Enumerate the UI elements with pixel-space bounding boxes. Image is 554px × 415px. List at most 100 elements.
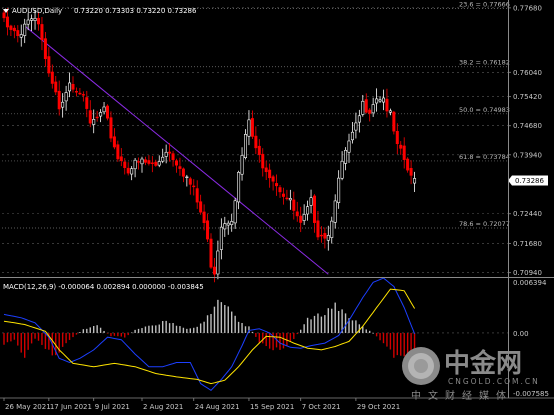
macd-histogram-bar (289, 332, 292, 342)
candle-body (392, 111, 396, 132)
candle-body (354, 122, 358, 131)
candle-body (413, 178, 417, 184)
candle-body (209, 238, 213, 268)
macd-histogram-bar (182, 327, 185, 333)
macd-histogram-bar (110, 332, 112, 337)
macd-histogram-bar (130, 332, 133, 334)
watermark-slogan: 中文财经媒体 (411, 389, 513, 402)
chart-header: AUDUSD,Daily 0.73220 0.73303 0.73220 0.7… (3, 7, 197, 15)
candle-body (140, 158, 144, 165)
candle-body (399, 144, 403, 149)
macd-histogram-bar (24, 332, 26, 358)
candle-body (247, 119, 251, 137)
candle-body (357, 115, 361, 123)
candle-body (188, 178, 192, 185)
macd-histogram-bar (3, 332, 5, 345)
macd-histogram-bar (148, 325, 150, 333)
candle-body (185, 176, 189, 179)
candle-body (68, 82, 72, 92)
ohlc-values: 0.73220 0.73303 0.73220 0.73286 (74, 7, 197, 15)
candle-body (295, 211, 299, 217)
candle-body (99, 112, 103, 117)
candle-body (275, 183, 279, 187)
candle-body (74, 91, 78, 93)
macd-histogram-bar (6, 332, 9, 343)
candle-body (126, 167, 130, 174)
macd-histogram-bar (44, 332, 47, 349)
macd-histogram-bar (179, 326, 181, 333)
macd-histogram-bar (117, 332, 119, 337)
candle-body (371, 104, 375, 114)
candle-body (223, 223, 227, 230)
candle-body (64, 92, 68, 102)
macd-histogram-bar (27, 332, 29, 350)
macd-histogram-bar (134, 329, 136, 333)
macd-histogram-bar (68, 332, 71, 340)
macd-histogram-bar (10, 332, 12, 342)
current-price-value: 0.73286 (515, 177, 544, 185)
macd-histogram-bar (41, 332, 43, 345)
macd-histogram-bar (258, 332, 260, 343)
candle-body (288, 198, 292, 201)
macd-histogram-bar (310, 319, 312, 333)
macd-histogram-bar (210, 313, 212, 333)
macd-histogram-bar (103, 330, 105, 333)
candle-body (226, 222, 230, 226)
macd-histogram-bar (199, 323, 202, 333)
candle-body (264, 167, 268, 173)
date-tick-label: 7 Oct 2021 (302, 403, 341, 411)
candle-body (326, 235, 330, 241)
candle-body (206, 220, 210, 240)
candle-body (347, 140, 351, 153)
candle-body (302, 214, 306, 221)
macd-histogram-bar (20, 332, 22, 353)
macd-histogram-bar (186, 328, 188, 333)
macd-histogram-bar (358, 324, 361, 333)
candle-body (312, 195, 316, 223)
macd-histogram-bar (351, 320, 354, 333)
candle-body (81, 94, 85, 96)
price-tick-label: 0.74680 (513, 122, 542, 130)
macd-histogram-bar (106, 332, 109, 334)
macd-histogram-bar (34, 332, 36, 339)
macd-histogram-bar (296, 332, 298, 335)
macd-histogram-bar (369, 330, 371, 333)
macd-histogram-bar (13, 332, 16, 340)
candle-body (323, 233, 327, 239)
macd-histogram-bar (30, 332, 33, 344)
candle-body (254, 135, 258, 149)
price-tick-label: 0.71680 (513, 240, 542, 248)
candle-body (292, 199, 296, 211)
macd-histogram-bar (400, 332, 402, 356)
macd-histogram-bar (158, 324, 160, 333)
candle-body (309, 197, 313, 206)
candle-body (278, 187, 282, 193)
candle-body (406, 158, 410, 171)
fib-level-label: 38.2 = 0.76182 (459, 59, 510, 67)
candle-body (137, 161, 141, 163)
macd-histogram-bar (61, 332, 64, 347)
macd-histogram-bar (141, 328, 143, 333)
candle-body (388, 110, 392, 113)
macd-histogram-bar (189, 328, 191, 333)
candle-body (157, 161, 161, 166)
macd-histogram-bar (89, 327, 91, 333)
macd-histogram-bar (331, 308, 333, 333)
macd-histogram-bar (396, 332, 398, 356)
candle-body (26, 19, 30, 25)
candle-body (330, 220, 334, 238)
macd-histogram-bar (324, 315, 326, 333)
candle-body (2, 12, 6, 19)
macd-histogram-bar (334, 302, 336, 333)
candle (392, 110, 396, 135)
watermark-logo-core (414, 359, 428, 373)
macd-histogram-bar (203, 321, 205, 333)
candle-body (61, 101, 65, 108)
candle-body (195, 188, 199, 203)
candle-body (47, 56, 51, 74)
macd-histogram-bar (382, 332, 385, 344)
date-tick-label: 29 Oct 2021 (357, 403, 400, 411)
candle-body (168, 151, 172, 154)
candle-body (40, 24, 44, 40)
candle-body (112, 136, 116, 148)
